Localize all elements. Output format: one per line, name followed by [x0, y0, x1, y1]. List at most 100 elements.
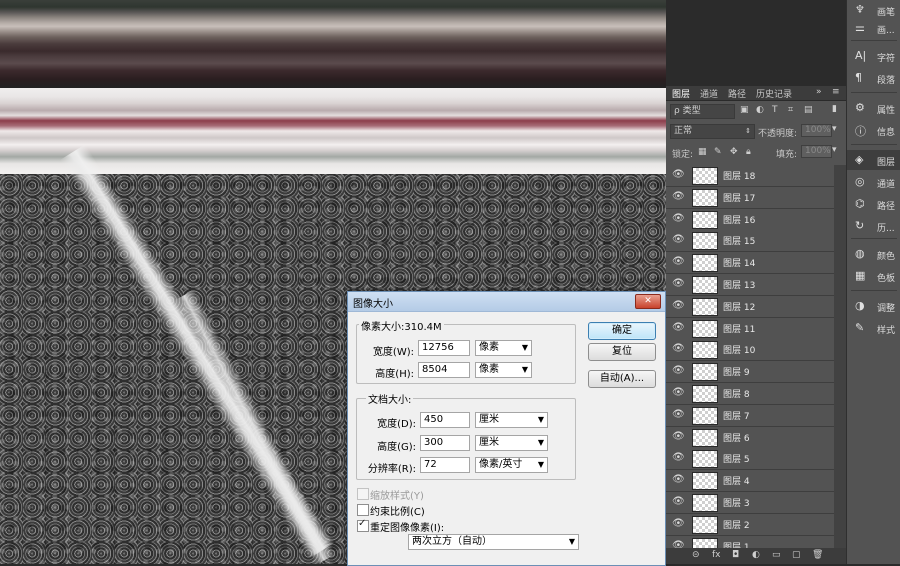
- strip-item-history[interactable]: ↻ 历...: [847, 216, 900, 236]
- width-unit-select[interactable]: 像素 ▼: [475, 340, 532, 356]
- strip-item-brush[interactable]: ♆ 画笔: [847, 0, 900, 20]
- layer-row[interactable]: 👁︎ 图层 11: [666, 317, 834, 340]
- dialog-titlebar[interactable]: 图像大小 ✕: [348, 292, 665, 312]
- doc-width-unit-select[interactable]: 厘米 ▼: [475, 412, 548, 428]
- link-icon[interactable]: ⊝: [692, 550, 700, 560]
- eye-icon[interactable]: 👁︎: [672, 343, 685, 354]
- eye-icon[interactable]: 👁︎: [672, 256, 685, 267]
- eye-icon[interactable]: 👁︎: [672, 387, 685, 398]
- layer-row[interactable]: 👁︎ 图层 16: [666, 208, 834, 231]
- layer-row[interactable]: 👁︎ 图层 13: [666, 274, 834, 296]
- layer-row[interactable]: 👁︎ 图层 17: [666, 186, 834, 209]
- layer-row[interactable]: 👁︎ 图层 7: [666, 404, 834, 427]
- strip-item-color[interactable]: ◍ 颜色: [847, 244, 900, 264]
- layer-row[interactable]: 👁︎ 图层 10: [666, 339, 834, 362]
- new-layer-icon[interactable]: ▢: [792, 550, 801, 560]
- fx-icon[interactable]: fx: [712, 550, 721, 560]
- strip-item-info[interactable]: ⓘ 信息: [847, 120, 900, 140]
- fill-input[interactable]: 100%: [801, 145, 832, 158]
- ok-button[interactable]: 确定: [588, 322, 656, 340]
- eye-icon[interactable]: 👁︎: [672, 169, 685, 180]
- filter-pixel-icon[interactable]: ▣: [740, 105, 749, 115]
- eye-icon[interactable]: 👁︎: [672, 213, 685, 224]
- resample-checkbox[interactable]: [357, 518, 369, 532]
- layer-row[interactable]: 👁︎ 图层 9: [666, 361, 834, 384]
- eye-icon[interactable]: 👁︎: [672, 518, 685, 529]
- trash-icon[interactable]: 🗑︎: [812, 550, 823, 560]
- tab-history[interactable]: 历史记录: [756, 87, 792, 100]
- strip-item-adjustments[interactable]: ◑ 调整: [847, 296, 900, 316]
- resolution-input[interactable]: 72: [420, 457, 470, 473]
- eye-icon[interactable]: 👁︎: [672, 409, 685, 420]
- tab-paths[interactable]: 路径: [728, 87, 746, 100]
- eye-icon[interactable]: 👁︎: [672, 365, 685, 376]
- eye-icon[interactable]: 👁︎: [672, 431, 685, 442]
- lock-all-icon[interactable]: 🔒︎: [746, 147, 751, 157]
- filter-shape-icon[interactable]: ⌗: [788, 105, 793, 115]
- doc-height-input[interactable]: 300: [420, 435, 470, 451]
- filter-adjustment-icon[interactable]: ◐: [756, 105, 764, 115]
- blend-mode-select[interactable]: 正常 ⇕: [670, 124, 755, 139]
- resample-method-select[interactable]: 两次立方（自动） ▼: [408, 534, 579, 550]
- constrain-proportions-checkbox[interactable]: [357, 504, 369, 516]
- lock-move-icon[interactable]: ✥: [730, 147, 738, 157]
- layer-row[interactable]: 👁︎ 图层 18: [666, 165, 834, 187]
- eye-icon[interactable]: 👁︎: [672, 322, 685, 333]
- filter-toggle-icon[interactable]: ▮: [832, 104, 837, 114]
- strip-item-paths[interactable]: ⌬ 路径: [847, 194, 900, 214]
- strip-item-layers[interactable]: ◈ 图层: [847, 150, 900, 170]
- chevron-down-icon[interactable]: ▾: [832, 124, 837, 134]
- panel-menu-icon[interactable]: ≡: [832, 87, 840, 97]
- strip-item-character[interactable]: A| 字符: [847, 46, 900, 66]
- strip-item-sliders[interactable]: ⚌ 画...: [847, 18, 900, 38]
- layer-row[interactable]: 👁︎ 图层 6: [666, 426, 834, 449]
- strip-item-paragraph[interactable]: ¶ 段落: [847, 68, 900, 88]
- lock-paint-icon[interactable]: ✎: [714, 147, 722, 157]
- layer-row[interactable]: 👁︎ 图层 1: [666, 535, 834, 548]
- eye-icon[interactable]: 👁︎: [672, 496, 685, 507]
- layers-scrollbar[interactable]: [834, 165, 846, 548]
- strip-item-channels[interactable]: ◎ 通道: [847, 172, 900, 192]
- opacity-input[interactable]: 100%: [801, 124, 832, 137]
- tab-channels[interactable]: 通道: [700, 87, 718, 100]
- doc-height-unit-select[interactable]: 厘米 ▼: [475, 435, 548, 451]
- filter-smart-icon[interactable]: ▤: [804, 105, 813, 115]
- auto-button[interactable]: 自动(A)...: [588, 370, 656, 388]
- eye-icon[interactable]: 👁︎: [672, 474, 685, 485]
- layer-row[interactable]: 👁︎ 图层 15: [666, 230, 834, 253]
- adjustment-icon[interactable]: ◐: [752, 550, 760, 560]
- eye-icon[interactable]: 👁︎: [672, 278, 685, 289]
- filter-kind-select[interactable]: ρ 类型: [670, 104, 735, 119]
- layer-row[interactable]: 👁︎ 图层 14: [666, 252, 834, 275]
- strip-item-swatches[interactable]: ▦ 色板: [847, 266, 900, 286]
- chevron-down-icon[interactable]: ▾: [832, 145, 837, 155]
- eye-icon[interactable]: 👁︎: [672, 234, 685, 245]
- scale-styles-checkbox[interactable]: [357, 488, 369, 500]
- strip-item-properties[interactable]: ⚙︎ 属性: [847, 98, 900, 118]
- lock-transparent-icon[interactable]: ▦: [698, 147, 707, 157]
- close-button[interactable]: ✕: [635, 294, 661, 309]
- resolution-unit-select[interactable]: 像素/英寸 ▼: [475, 457, 548, 473]
- doc-height-label: 高度(G):: [377, 442, 416, 453]
- mask-icon[interactable]: ◘: [732, 550, 739, 560]
- eye-icon[interactable]: 👁︎: [672, 191, 685, 202]
- eye-icon[interactable]: 👁︎: [672, 300, 685, 311]
- strip-item-styles[interactable]: ✎ 样式: [847, 318, 900, 338]
- layer-row[interactable]: 👁︎ 图层 12: [666, 295, 834, 318]
- layer-row[interactable]: 👁︎ 图层 5: [666, 448, 834, 471]
- doc-width-input[interactable]: 450: [420, 412, 470, 428]
- layer-row[interactable]: 👁︎ 图层 3: [666, 492, 834, 514]
- group-icon[interactable]: ▭: [772, 550, 781, 560]
- height-unit-select[interactable]: 像素 ▼: [475, 362, 532, 378]
- layer-row[interactable]: 👁︎ 图层 8: [666, 383, 834, 405]
- layer-row[interactable]: 👁︎ 图层 2: [666, 513, 834, 536]
- tab-layers[interactable]: 图层: [672, 87, 690, 100]
- filter-type-icon[interactable]: T: [772, 105, 778, 115]
- layer-row[interactable]: 👁︎ 图层 4: [666, 470, 834, 493]
- width-input[interactable]: 12756: [418, 340, 470, 356]
- collapse-icon[interactable]: »: [816, 87, 822, 97]
- height-input[interactable]: 8504: [418, 362, 470, 378]
- reset-button[interactable]: 复位: [588, 343, 656, 361]
- eye-icon[interactable]: 👁︎: [672, 452, 685, 463]
- eye-icon[interactable]: 👁︎: [672, 540, 685, 548]
